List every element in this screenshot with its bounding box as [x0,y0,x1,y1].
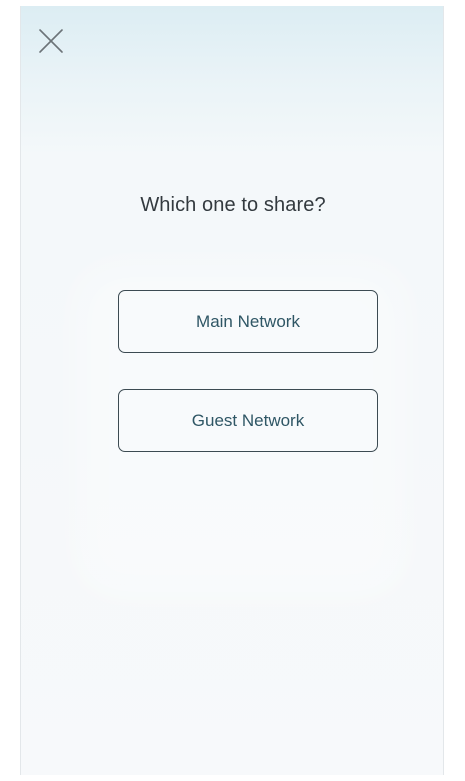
guest-network-button[interactable]: Guest Network [118,389,378,452]
main-network-button[interactable]: Main Network [118,290,378,353]
share-network-screen: Which one to share? Main Network Guest N… [20,6,444,775]
close-button[interactable] [33,22,69,58]
dialog-title: Which one to share? [140,194,326,216]
close-icon [33,29,69,61]
